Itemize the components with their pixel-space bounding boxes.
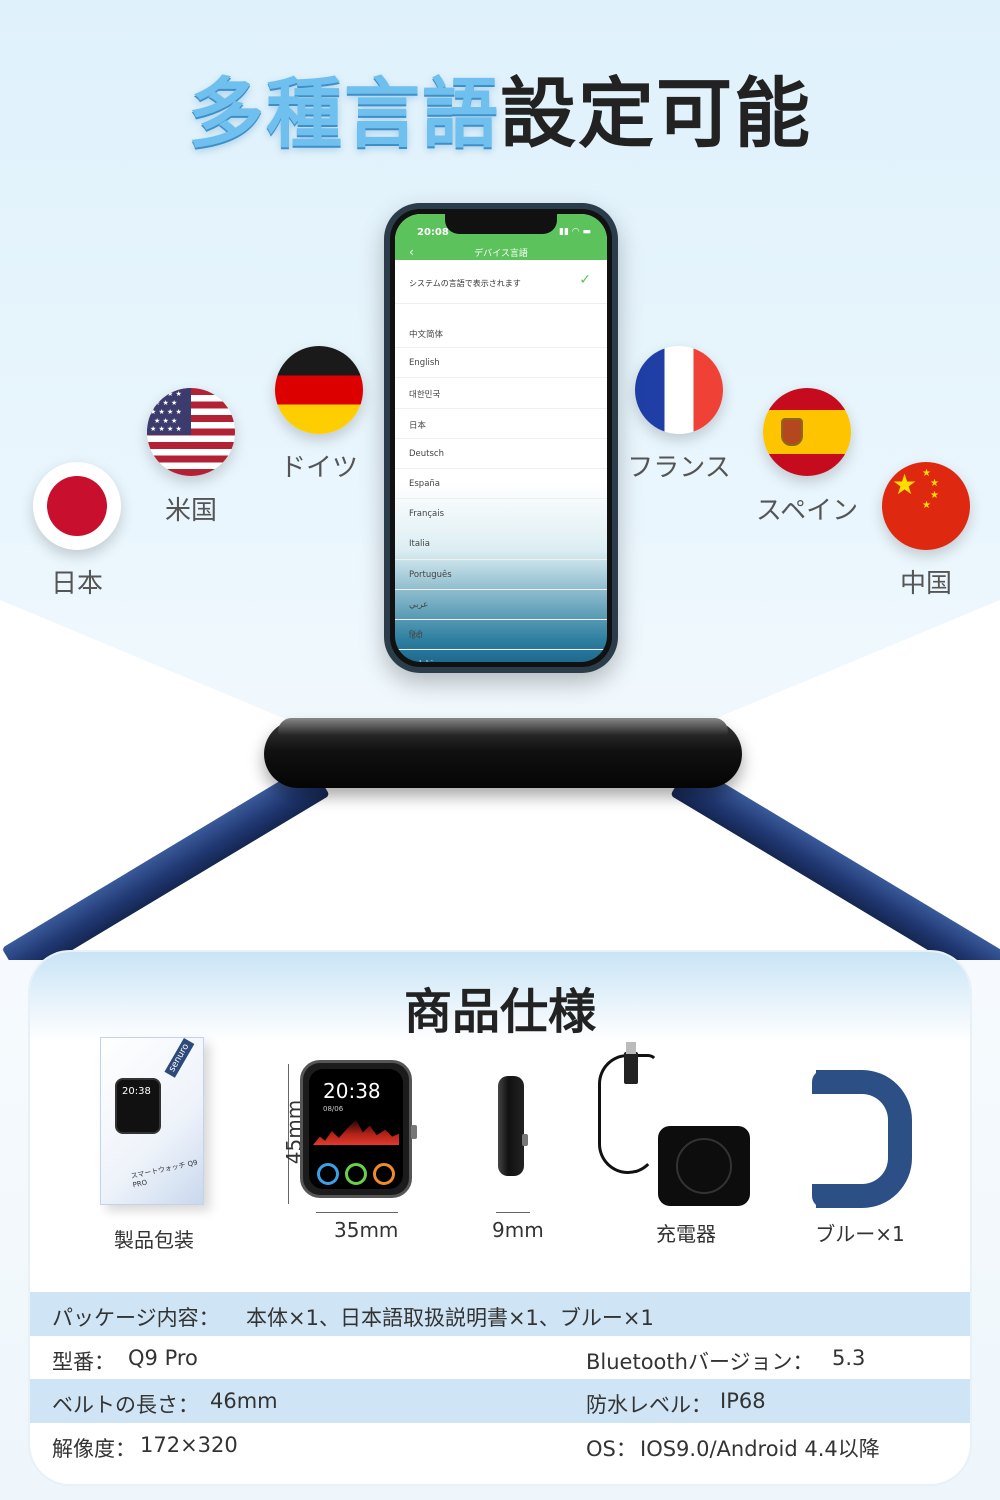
watch-front-image: 20:38 08/06: [300, 1060, 417, 1198]
box-watch-image: 20:38: [115, 1078, 161, 1134]
germany-label: ドイツ: [279, 453, 358, 483]
strap-end: [812, 1184, 852, 1208]
watch-side-image: [498, 1076, 528, 1176]
language-section: 多種言語設定可能 日本 ★ ★ ★ ★ ★ ★ ★ ★ ★ ★ ★ ★ ★ ★ …: [0, 0, 1000, 960]
watch-time: 20:38: [323, 1079, 381, 1103]
signal-battery-icon: ▮▮ ◠ ▬: [559, 227, 591, 237]
title-highlight: 多種言語: [188, 69, 500, 158]
language-item[interactable]: Português: [395, 560, 607, 590]
spec-table: パッケージ内容： 本体×1、日本語取扱説明書×1、ブルー×1 型番： Q9 Pr…: [30, 1292, 970, 1466]
depth-dimension-line: [496, 1212, 530, 1213]
language-item[interactable]: Italia: [395, 529, 607, 560]
usb-plug-icon: [624, 1042, 638, 1084]
charger-dock-image: [658, 1126, 750, 1206]
width-dimension-line: [316, 1212, 398, 1213]
title-rest: 設定可能: [500, 69, 812, 158]
language-item[interactable]: हिंदी: [395, 620, 607, 651]
system-language-option[interactable]: システムの言語で表示されます ✓: [395, 260, 607, 304]
language-item[interactable]: Deutsch: [395, 439, 607, 469]
stat-ring-icon: [317, 1163, 339, 1185]
china-label: 中国: [899, 569, 952, 599]
spec-row-resolution: 解像度： 172×320 OS： IOS9.0/Android 4.4以降: [30, 1423, 970, 1467]
watch-glass: [278, 718, 728, 736]
box-caption: スマートウォッチ Q9 PRO: [130, 1158, 199, 1190]
china-flag-icon: ★ ★ ★ ★ ★: [882, 462, 970, 550]
japan-label: 日本: [50, 569, 103, 599]
spec-belt-value: 46mm: [210, 1389, 278, 1413]
product-box-image: senuro 20:38 スマートウォッチ Q9 PRO: [100, 1037, 204, 1205]
spain-label: スペイン: [755, 496, 859, 526]
watch-button: [411, 1125, 417, 1139]
depth-dimension-label: 9mm: [492, 1218, 544, 1242]
spec-row-model: 型番： Q9 Pro Bluetoothバージョン： 5.3: [30, 1336, 970, 1380]
nav-title: デバイス言語: [474, 249, 528, 259]
spec-resolution-value: 172×320: [140, 1432, 238, 1457]
spec-package-label: パッケージ内容：: [52, 1306, 220, 1330]
spec-row-belt: ベルトの長さ： 46mm 防水レベル： IP68: [30, 1379, 970, 1423]
language-item[interactable]: 中文简体: [395, 318, 607, 349]
language-item[interactable]: عربي: [395, 590, 607, 620]
strap-end: [812, 1070, 852, 1094]
system-language-label: システムの言語で表示されます: [409, 279, 521, 288]
heart-rate-graph: [313, 1119, 399, 1145]
spec-bluetooth-value: 5.3: [832, 1345, 866, 1370]
france-flag-icon: [635, 346, 723, 434]
box-brand: senuro: [164, 1038, 195, 1078]
stat-ring-icon: [345, 1163, 367, 1185]
language-item[interactable]: España: [395, 469, 607, 500]
package-label: 製品包装: [114, 1228, 194, 1252]
language-item[interactable]: 대한민국: [395, 378, 607, 409]
usa-label: 米国: [164, 496, 217, 526]
spec-heading: 商品仕様: [403, 984, 596, 1040]
japan-flag-icon: [33, 462, 121, 550]
spec-bluetooth-label: Bluetoothバージョン：: [586, 1349, 814, 1374]
spec-os-label: OS：: [586, 1436, 637, 1461]
spec-resolution-label: 解像度：: [52, 1436, 136, 1461]
status-time: 20:08: [417, 227, 449, 238]
spec-belt-label: ベルトの長さ：: [52, 1393, 199, 1417]
spec-model-label: 型番：: [52, 1349, 115, 1374]
strap-label: ブルー×1: [815, 1222, 905, 1246]
language-item[interactable]: Polskie: [395, 650, 607, 662]
germany-flag-icon: [275, 346, 363, 434]
spain-flag-icon: [763, 388, 851, 476]
language-item[interactable]: English: [395, 348, 607, 379]
stat-ring-icon: [373, 1163, 395, 1185]
language-item[interactable]: 日本: [395, 409, 607, 439]
spec-water-label: 防水レベル：: [586, 1393, 712, 1417]
phone-notch: [445, 214, 557, 234]
phone-screen: 20:08 ▮▮ ◠ ▬ ‹ デバイス言語 システムの言語で表示されます ✓ 中…: [395, 214, 607, 662]
france-label: フランス: [627, 453, 731, 483]
spec-panel: 商品仕様 senuro 20:38 スマートウォッチ Q9 PRO 製品包装 4…: [30, 952, 970, 1484]
width-dimension-label: 35mm: [334, 1218, 399, 1242]
spec-water-value: IP68: [720, 1389, 766, 1413]
language-item[interactable]: Français: [395, 499, 607, 530]
spec-package-value: 本体×1、日本語取扱説明書×1、ブルー×1: [246, 1306, 654, 1330]
language-list: 中文简体 English 대한민국 日本 Deutsch España Fran…: [395, 304, 607, 662]
spec-model-value: Q9 Pro: [128, 1345, 198, 1370]
box-watch-time: 20:38: [122, 1086, 151, 1097]
smartphone: 20:08 ▮▮ ◠ ▬ ‹ デバイス言語 システムの言語で表示されます ✓ 中…: [384, 203, 618, 673]
watch-date: 08/06: [323, 1105, 344, 1113]
usa-flag-icon: ★ ★ ★ ★ ★ ★ ★ ★ ★ ★ ★ ★ ★ ★ ★ ★ ★ ★: [147, 388, 235, 476]
charger-label: 充電器: [656, 1222, 716, 1246]
spec-row-package: パッケージ内容： 本体×1、日本語取扱説明書×1、ブルー×1: [30, 1292, 970, 1336]
spec-os-value: IOS9.0/Android 4.4以降: [640, 1436, 880, 1461]
page-title: 多種言語設定可能: [0, 52, 1000, 162]
checkmark-icon: ✓: [579, 272, 591, 288]
